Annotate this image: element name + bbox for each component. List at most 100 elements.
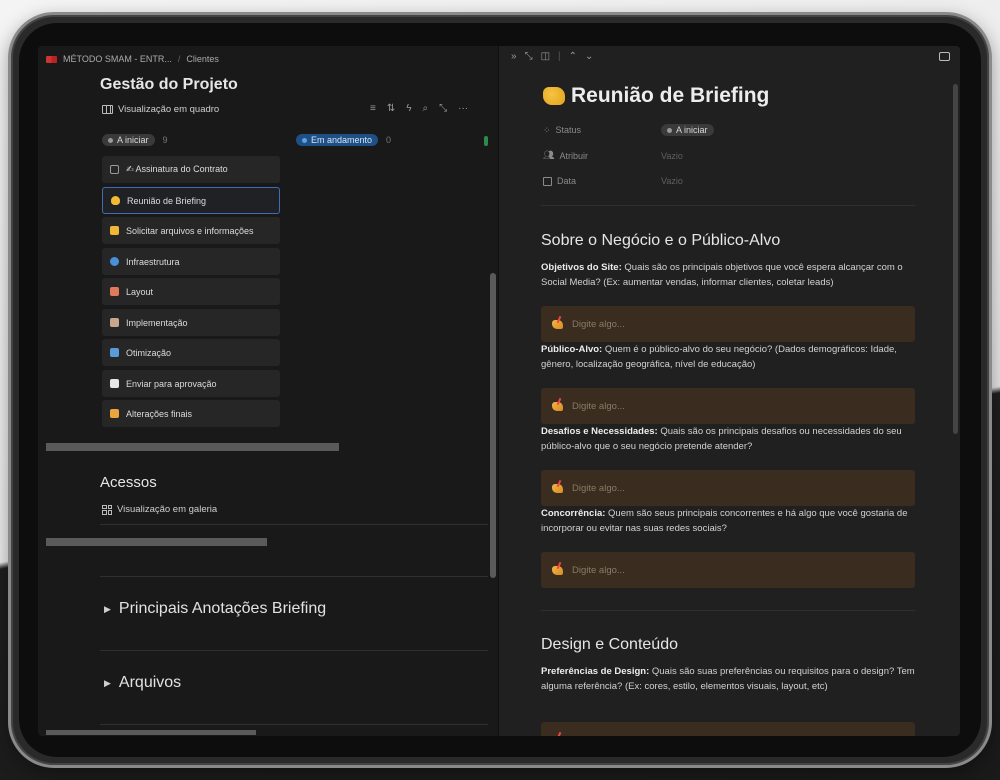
property-value[interactable]: Vazio bbox=[661, 151, 683, 161]
question-text: Preferências de Design: Quais são suas p… bbox=[541, 664, 917, 694]
document-icon bbox=[110, 165, 119, 174]
property-atribuir[interactable]: 👥︎ Atribuir Vazio bbox=[543, 150, 683, 161]
column-header-em-andamento[interactable]: Em andamento 0 bbox=[296, 134, 391, 146]
callout-placeholder[interactable]: Digite algo... bbox=[572, 735, 625, 737]
lightning-icon[interactable]: ϟ bbox=[406, 103, 411, 114]
breadcrumb-workspace[interactable]: MÉTODO SMAM - ENTR... bbox=[63, 54, 172, 64]
question-label: Concorrência: bbox=[541, 508, 606, 519]
globe-icon bbox=[110, 257, 119, 266]
divider bbox=[100, 724, 488, 725]
vertical-scrollbar[interactable] bbox=[953, 84, 958, 434]
page-title: Reunião de Briefing bbox=[543, 84, 769, 108]
callout-placeholder[interactable]: Digite algo... bbox=[572, 483, 625, 494]
board-card[interactable]: Layout bbox=[102, 278, 280, 305]
status-pill[interactable]: A iniciar bbox=[661, 124, 714, 136]
answer-callout[interactable]: Digite algo... bbox=[541, 552, 915, 588]
board-card[interactable]: Implementação bbox=[102, 309, 280, 336]
board-view-tab[interactable]: Visualização em quadro bbox=[102, 104, 219, 115]
writing-hand-icon bbox=[552, 565, 563, 575]
breadcrumb-page[interactable]: Clientes bbox=[186, 54, 219, 64]
breadcrumb-separator: / bbox=[177, 54, 181, 64]
question-label: Desafios e Necessidades: bbox=[541, 426, 658, 437]
gallery-view-tab[interactable]: Visualização em galeria bbox=[102, 504, 217, 515]
card-label: Infraestrutura bbox=[126, 256, 180, 267]
more-icon[interactable]: ··· bbox=[458, 103, 468, 114]
app-screen: MÉTODO SMAM - ENTR... / Clientes Gestão … bbox=[38, 46, 960, 736]
robot-icon bbox=[110, 379, 119, 388]
divider bbox=[100, 576, 488, 577]
workspace-icon bbox=[46, 55, 57, 63]
question-text: Objetivos do Site: Quais são os principa… bbox=[541, 260, 917, 290]
divider bbox=[100, 524, 488, 525]
board-view-label: Visualização em quadro bbox=[118, 104, 220, 115]
toggle-principais-anotacoes[interactable]: ▶ Principais Anotações Briefing bbox=[104, 600, 326, 618]
expand-icon[interactable]: ⤡ bbox=[525, 51, 533, 62]
writing-hand-icon bbox=[552, 401, 563, 411]
writing-hand-icon bbox=[552, 319, 563, 329]
palette-icon bbox=[110, 287, 119, 296]
board-card[interactable]: ✍ Assinatura do Contrato bbox=[102, 156, 280, 183]
horizontal-scrollbar[interactable] bbox=[46, 443, 339, 451]
access-title: Acessos bbox=[100, 474, 157, 491]
filter-icon[interactable]: ≡ bbox=[370, 103, 376, 114]
answer-callout[interactable]: Digite algo... bbox=[541, 722, 915, 736]
property-status[interactable]: ⁘ Status A iniciar bbox=[543, 124, 714, 136]
divider bbox=[541, 205, 915, 206]
triangle-right-icon[interactable]: ▶ bbox=[104, 604, 111, 615]
card-label: Alterações finais bbox=[126, 408, 193, 419]
answer-callout[interactable]: Digite algo... bbox=[541, 388, 915, 424]
card-label: Implementação bbox=[126, 317, 188, 328]
card-label: Layout bbox=[126, 286, 154, 297]
board-toolbar: ≡ ⇅ ϟ ⌕ ⤡ ··· bbox=[370, 103, 468, 114]
triangle-right-icon[interactable]: ▶ bbox=[104, 678, 111, 689]
chevron-up-icon[interactable]: ⌃ bbox=[569, 51, 577, 62]
split-view-icon[interactable]: ◫ bbox=[541, 51, 550, 62]
writing-hand-icon bbox=[110, 409, 119, 418]
callout-placeholder[interactable]: Digite algo... bbox=[572, 319, 625, 330]
chevron-down-icon[interactable]: ⌄ bbox=[585, 51, 593, 62]
question-text: Público-Alvo: Quem é o público-alvo do s… bbox=[541, 342, 917, 372]
status-pill: A iniciar bbox=[102, 134, 155, 146]
board-card[interactable]: Otimização bbox=[102, 339, 280, 366]
sort-icon[interactable]: ⇅ bbox=[387, 103, 395, 114]
horizontal-scrollbar[interactable] bbox=[46, 538, 267, 546]
vertical-scrollbar[interactable] bbox=[490, 273, 496, 578]
callout-placeholder[interactable]: Digite algo... bbox=[572, 401, 625, 412]
callout-placeholder[interactable]: Digite algo... bbox=[572, 565, 625, 576]
card-label: Reunião de Briefing bbox=[127, 195, 207, 206]
question-text: Desafios e Necessidades: Quais são os pr… bbox=[541, 424, 917, 454]
gallery-view-label: Visualização em galeria bbox=[117, 504, 218, 515]
next-column-indicator bbox=[484, 136, 488, 146]
right-pane-peek: » ⤡ ◫ | ⌃ ⌄ Reunião de Briefing ⁘ Status … bbox=[498, 46, 960, 736]
answer-callout[interactable]: Digite algo... bbox=[541, 470, 915, 506]
breadcrumb: MÉTODO SMAM - ENTR... / Clientes bbox=[46, 52, 219, 66]
answer-callout[interactable]: Digite algo... bbox=[541, 306, 915, 342]
board-card[interactable]: Infraestrutura bbox=[102, 248, 280, 275]
search-icon[interactable]: ⌕ bbox=[423, 103, 429, 114]
column-header-a-iniciar[interactable]: A iniciar 9 bbox=[102, 134, 168, 146]
writing-hand-icon bbox=[552, 735, 563, 736]
property-value[interactable]: Vazio bbox=[661, 176, 683, 186]
left-pane: MÉTODO SMAM - ENTR... / Clientes Gestão … bbox=[38, 46, 498, 736]
status-icon: ⁘ bbox=[543, 124, 551, 135]
divider bbox=[100, 650, 488, 651]
close-peek-icon[interactable]: » bbox=[511, 51, 517, 62]
horizontal-scrollbar[interactable] bbox=[46, 730, 256, 735]
column-count: 0 bbox=[386, 135, 392, 145]
card-label: Otimização bbox=[126, 347, 172, 358]
people-icon: 👥︎ bbox=[543, 150, 555, 160]
board-card[interactable]: Reunião de Briefing bbox=[102, 187, 280, 214]
toggle-arquivos[interactable]: ▶ Arquivos bbox=[104, 674, 181, 692]
comment-icon[interactable] bbox=[939, 52, 950, 61]
expand-icon[interactable]: ⤡ bbox=[439, 103, 447, 114]
board-card[interactable]: Alterações finais bbox=[102, 400, 280, 427]
board-card[interactable]: Solicitar arquivos e informações bbox=[102, 217, 280, 244]
board-card[interactable]: Enviar para aprovação bbox=[102, 370, 280, 397]
writing-hand-icon bbox=[552, 483, 563, 493]
property-data[interactable]: Data Vazio bbox=[543, 176, 683, 186]
toggle-label: Arquivos bbox=[118, 674, 182, 691]
card-label: Enviar para aprovação bbox=[126, 378, 217, 389]
card-label: Solicitar arquivos e informações bbox=[126, 225, 254, 236]
question-text: Concorrência: Quem são seus principais c… bbox=[541, 506, 917, 536]
column-count: 9 bbox=[162, 135, 168, 145]
